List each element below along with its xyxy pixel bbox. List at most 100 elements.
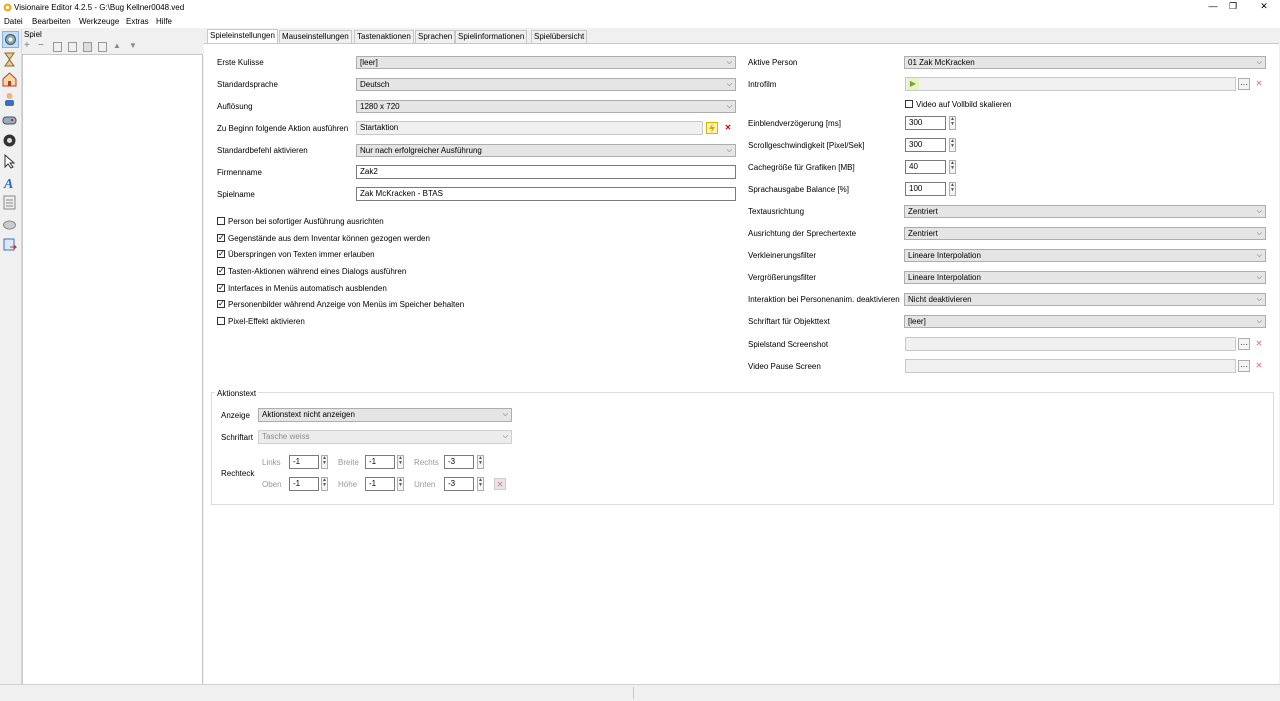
screenshot-field[interactable] [905, 337, 1236, 351]
pause-field[interactable] [905, 359, 1236, 373]
stepper-down-icon[interactable]: ▼ [322, 460, 327, 466]
add-icon[interactable]: + [24, 40, 30, 51]
standardsprache-select[interactable]: Deutsch ⌵ [356, 78, 736, 91]
aktive-person-select[interactable]: 01 Zak McKracken ⌵ [904, 56, 1266, 69]
balance-input[interactable]: 100 [905, 182, 946, 196]
reset-rechteck-button[interactable]: ✕ [494, 478, 506, 490]
stepper-down-icon[interactable]: ▼ [398, 482, 403, 488]
checkbox-inventar-ziehen[interactable]: ✓ [217, 234, 225, 242]
stepper-down-icon[interactable]: ▼ [398, 460, 403, 466]
rechts-input[interactable]: -3 [444, 455, 474, 469]
checkbox-tasten-dialog[interactable]: ✓ [217, 267, 225, 275]
spielname-input[interactable]: Zak McKracken - BTAS [356, 187, 736, 201]
tab-spielinformationen[interactable]: Spielinformationen [455, 30, 528, 43]
stepper-down-icon[interactable]: ▼ [322, 482, 327, 488]
home-icon[interactable] [2, 72, 19, 89]
cursor-icon[interactable] [2, 153, 19, 171]
breite-input[interactable]: -1 [365, 455, 395, 469]
firmenname-input[interactable]: Zak2 [356, 165, 736, 179]
tab-tastenaktionen[interactable]: Tastenaktionen [354, 30, 414, 43]
browse-pause-button[interactable]: ··· [1238, 360, 1250, 372]
hoehe-stepper[interactable]: ▲ ▼ [397, 477, 404, 491]
checkbox-texte-ueberspringen[interactable]: ✓ [217, 250, 225, 258]
menu-datei[interactable]: Datei [4, 17, 23, 26]
oben-stepper[interactable]: ▲ ▼ [321, 477, 328, 491]
tab-sprachen[interactable]: Sprachen [415, 30, 456, 43]
restore-button[interactable]: ❐ [1218, 0, 1248, 15]
person-icon[interactable] [2, 92, 19, 109]
tab-mauseinstellungen[interactable]: Mauseinstellungen [279, 30, 352, 43]
lightning-icon[interactable] [706, 122, 718, 134]
paste-icon[interactable] [83, 42, 92, 52]
export-icon[interactable] [2, 237, 19, 254]
gamepad-icon[interactable] [2, 113, 19, 130]
checkbox-person-ausrichten[interactable] [217, 217, 225, 225]
verkleinerung-select[interactable]: Lineare Interpolation ⌵ [904, 249, 1266, 262]
hourglass-icon[interactable] [2, 52, 19, 69]
object-tree[interactable] [22, 54, 203, 685]
rechts-stepper[interactable]: ▲ ▼ [477, 455, 484, 469]
oben-input[interactable]: -1 [289, 477, 319, 491]
beginn-aktion-field[interactable]: Startaktion [356, 121, 703, 135]
balance-stepper[interactable]: ▲ ▼ [949, 182, 956, 196]
duplicate-icon[interactable] [98, 42, 107, 52]
stepper-down-icon[interactable]: ▼ [950, 187, 955, 193]
erste-kulisse-select[interactable]: [leer] ⌵ [356, 56, 736, 69]
cache-input[interactable]: 40 [905, 160, 946, 174]
anzeige-select[interactable]: Aktionstext nicht anzeigen ⌵ [258, 408, 512, 422]
schriftart-select[interactable]: Tasche weiss ⌵ [258, 430, 512, 444]
play-icon[interactable]: ▶ [907, 78, 919, 90]
browse-introfilm-button[interactable]: ··· [1238, 78, 1250, 90]
menu-hilfe[interactable]: Hilfe [156, 17, 172, 26]
move-down-icon[interactable]: ▼ [129, 41, 137, 50]
einblend-input[interactable]: 300 [905, 116, 946, 130]
schriftart-obj-select[interactable]: [leer] ⌵ [904, 315, 1266, 328]
einblend-stepper[interactable]: ▲ ▼ [949, 116, 956, 130]
clear-action-button[interactable]: ✕ [722, 122, 734, 134]
scroll-stepper[interactable]: ▲ ▼ [949, 138, 956, 152]
textausrichtung-select[interactable]: Zentriert ⌵ [904, 205, 1266, 218]
close-button[interactable]: ✕ [1249, 0, 1279, 15]
interaktion-select[interactable]: Nicht deaktivieren ⌵ [904, 293, 1266, 306]
move-up-icon[interactable]: ▲ [113, 41, 121, 50]
stepper-down-icon[interactable]: ▼ [950, 143, 955, 149]
menu-werkzeuge[interactable]: Werkzeuge [79, 17, 119, 26]
standardbefehl-select[interactable]: Nur nach erfolgreicher Ausführung ⌵ [356, 144, 736, 157]
vergroesserung-select[interactable]: Lineare Interpolation ⌵ [904, 271, 1266, 284]
stepper-down-icon[interactable]: ▼ [950, 121, 955, 127]
tab-spieluebersicht[interactable]: Spielübersicht [531, 30, 588, 43]
hoehe-input[interactable]: -1 [365, 477, 395, 491]
clear-pause-button[interactable]: ✕ [1253, 360, 1265, 372]
sprechertexte-select[interactable]: Zentriert ⌵ [904, 227, 1266, 240]
rename-icon[interactable] [53, 42, 62, 52]
menu-extras[interactable]: Extras [126, 17, 149, 26]
unten-input[interactable]: -3 [444, 477, 474, 491]
clear-screenshot-button[interactable]: ✕ [1253, 338, 1265, 350]
checkbox-interfaces-ausblenden[interactable]: ✓ [217, 284, 225, 292]
cloud-icon[interactable] [2, 216, 19, 233]
introfilm-field[interactable] [905, 77, 1236, 91]
checkbox-video-vollbild[interactable] [905, 100, 913, 108]
disc-icon[interactable] [2, 133, 19, 150]
menu-bearbeiten[interactable]: Bearbeiten [32, 17, 71, 26]
browse-screenshot-button[interactable]: ··· [1238, 338, 1250, 350]
breite-stepper[interactable]: ▲ ▼ [397, 455, 404, 469]
cache-stepper[interactable]: ▲ ▼ [949, 160, 956, 174]
aufloesung-select[interactable]: 1280 x 720 ⌵ [356, 100, 736, 113]
links-input[interactable]: -1 [289, 455, 319, 469]
checkbox-personenbilder[interactable]: ✓ [217, 300, 225, 308]
list-icon[interactable] [2, 195, 19, 212]
checkbox-pixel-effekt[interactable] [217, 317, 225, 325]
tab-spieleinstellungen[interactable]: Spieleinstellungen [207, 29, 278, 44]
font-icon[interactable]: A [2, 175, 19, 192]
stepper-down-icon[interactable]: ▼ [950, 165, 955, 171]
remove-icon[interactable]: − [38, 40, 44, 51]
clear-introfilm-button[interactable]: ✕ [1253, 78, 1265, 90]
scroll-input[interactable]: 300 [905, 138, 946, 152]
unten-stepper[interactable]: ▲ ▼ [477, 477, 484, 491]
stepper-down-icon[interactable]: ▼ [478, 460, 483, 466]
copy-icon[interactable] [68, 42, 77, 52]
stepper-down-icon[interactable]: ▼ [478, 482, 483, 488]
links-stepper[interactable]: ▲ ▼ [321, 455, 328, 469]
gear-icon[interactable] [2, 31, 19, 48]
